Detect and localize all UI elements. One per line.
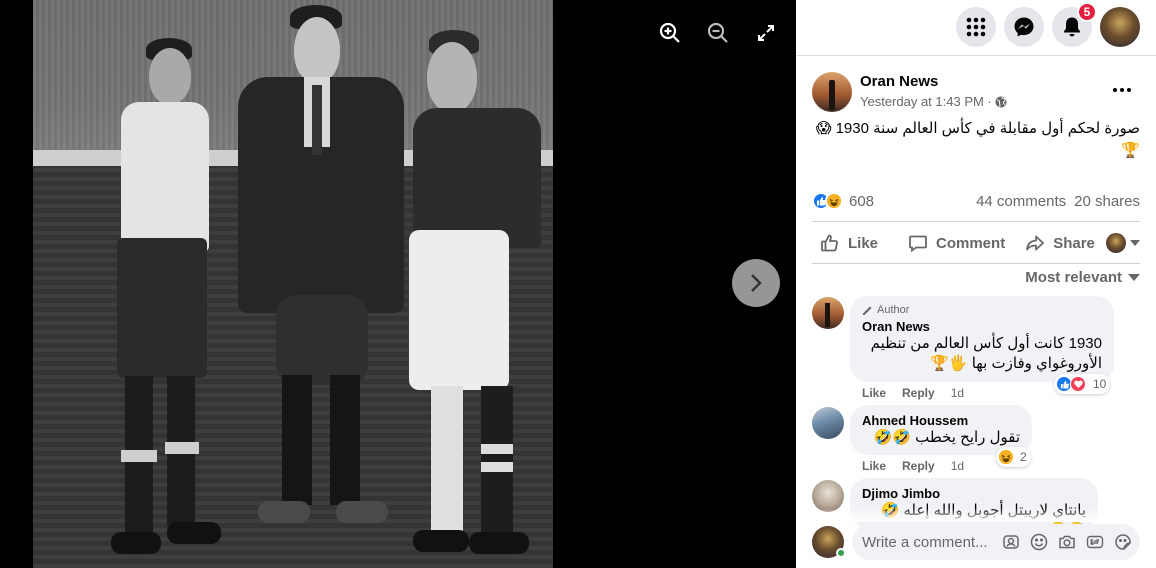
- menu-button[interactable]: [956, 7, 996, 47]
- author-tag-label: Author: [877, 304, 910, 316]
- share-label: Share: [1053, 234, 1095, 252]
- like-button[interactable]: Like: [820, 226, 878, 260]
- zoom-out-icon: [707, 22, 728, 43]
- comment-author-name[interactable]: Djimo Jimbo: [862, 486, 1086, 501]
- comment-time[interactable]: 1d: [951, 386, 964, 400]
- post-time-text[interactable]: Yesterday at 1:43 PM ·: [860, 94, 992, 109]
- camera-icon: [1059, 535, 1075, 549]
- fullscreen-icon: [758, 25, 774, 41]
- comment-like-button[interactable]: Like: [862, 386, 886, 400]
- comment-text-line: الأوروغواي وفازت بها 🖐🏆: [930, 355, 1102, 372]
- avatar-sticker-button[interactable]: [1002, 533, 1020, 551]
- bell-icon: [1064, 17, 1080, 37]
- grid-menu-icon: [966, 17, 986, 37]
- composer-tools: [1002, 533, 1132, 551]
- sticker-icon: [1115, 534, 1131, 550]
- comment-reactions[interactable]: 10: [1054, 374, 1111, 394]
- author-tag: Author: [862, 304, 1102, 316]
- post-stats: 44 comments 20 shares: [976, 193, 1140, 210]
- zoom-out-button[interactable]: [703, 18, 733, 48]
- comment-reply-button[interactable]: Reply: [902, 459, 935, 473]
- comment-composer: [852, 524, 1140, 560]
- like-label: Like: [848, 234, 879, 252]
- comment-text-line: 1930 كانت أول كأس العالم من تنظيم: [870, 335, 1102, 352]
- comment-reaction-count: 2: [1020, 450, 1027, 464]
- caret-down-icon: [1130, 240, 1140, 246]
- comments-scroll-fade: [796, 508, 1156, 522]
- react-as-avatar: [1106, 233, 1126, 253]
- comment-avatar[interactable]: [812, 297, 844, 329]
- comment-reactions[interactable]: 2: [996, 447, 1031, 467]
- post-panel: 5 Oran News Yesterday at 1:43 PM · صورة …: [796, 0, 1156, 568]
- sort-label: Most relevant: [1025, 269, 1122, 286]
- caret-down-icon: [1128, 274, 1140, 281]
- post-options-button[interactable]: [1108, 78, 1136, 102]
- post-actions: Like Comment Share: [812, 226, 1140, 260]
- comment-time[interactable]: 1d: [951, 459, 964, 473]
- comment-like-button[interactable]: Like: [862, 459, 886, 473]
- comments-count-link[interactable]: 44 comments: [976, 193, 1066, 210]
- comment-avatar[interactable]: [812, 407, 844, 439]
- photo-player-right: [397, 30, 547, 560]
- thumbs-up-icon: [821, 234, 838, 252]
- comment-label: Comment: [936, 234, 1006, 252]
- share-button[interactable]: Share: [1025, 226, 1095, 260]
- photo-viewer: [0, 0, 796, 568]
- comment-bubble: Author Oran News 1930 كانت أول كأس العال…: [850, 296, 1114, 382]
- zoom-in-button[interactable]: [655, 18, 685, 48]
- post-text-line: صورة لحكم أول مقابلة في كأس العالم سنة 1…: [815, 120, 1140, 137]
- post-author-name[interactable]: Oran News: [860, 73, 938, 90]
- sticker-button[interactable]: [1114, 533, 1132, 551]
- post-photo[interactable]: [33, 0, 553, 568]
- account-avatar-button[interactable]: [1100, 7, 1140, 47]
- share-icon: [1026, 235, 1045, 251]
- comment-actions: Like Reply 1d: [862, 386, 964, 400]
- post-reactions-summary[interactable]: 608: [812, 190, 874, 212]
- comment-actions: Like Reply 1d: [862, 459, 964, 473]
- divider: [812, 221, 1140, 222]
- love-reaction-icon: [1070, 376, 1086, 392]
- next-photo-button[interactable]: [732, 259, 780, 307]
- more-horizontal-icon: [1113, 88, 1131, 92]
- avatar-sticker-icon: [1003, 535, 1019, 549]
- shares-count-link[interactable]: 20 shares: [1074, 193, 1140, 210]
- comment-reaction-count: 10: [1093, 377, 1107, 391]
- post-text: صورة لحكم أول مقابلة في كأس العالم سنة 1…: [812, 118, 1140, 162]
- comment-icon: [909, 235, 927, 253]
- comment-text: 1930 كانت أول كأس العالم من تنظيم الأورو…: [862, 334, 1102, 374]
- messenger-icon: [1014, 17, 1034, 37]
- zoom-in-icon: [659, 22, 680, 43]
- comment-author-name[interactable]: Ahmed Houssem: [862, 413, 1020, 428]
- photo-player-left: [111, 38, 231, 568]
- react-as-selector[interactable]: [1106, 226, 1140, 260]
- comment-sort-dropdown[interactable]: Most relevant: [1025, 269, 1140, 286]
- reaction-count: 608: [849, 192, 875, 210]
- comment-input[interactable]: [862, 533, 994, 551]
- notification-count-badge: 5: [1077, 2, 1097, 22]
- gif-button[interactable]: [1086, 533, 1104, 551]
- online-status-dot: [836, 548, 846, 558]
- photo-attach-button[interactable]: [1058, 533, 1076, 551]
- gif-icon: [1086, 535, 1104, 549]
- comment-author-name[interactable]: Oran News: [862, 319, 1102, 334]
- comment-button[interactable]: Comment: [908, 226, 1005, 260]
- photo-referee: [218, 5, 418, 545]
- fullscreen-button[interactable]: [751, 18, 781, 48]
- globe-icon: [995, 96, 1007, 107]
- haha-reaction-icon: [825, 192, 843, 210]
- messenger-button[interactable]: [1004, 7, 1044, 47]
- divider: [812, 263, 1140, 264]
- emoji-icon: [1030, 533, 1048, 551]
- post-text-line: 🏆: [1121, 142, 1140, 159]
- comment-reply-button[interactable]: Reply: [902, 386, 935, 400]
- page-avatar[interactable]: [812, 72, 852, 112]
- chevron-right-icon: [751, 274, 762, 292]
- post-timestamp: Yesterday at 1:43 PM ·: [860, 94, 1007, 109]
- emoji-button[interactable]: [1030, 533, 1048, 551]
- haha-reaction-icon: [998, 449, 1014, 465]
- pen-icon: [863, 306, 872, 315]
